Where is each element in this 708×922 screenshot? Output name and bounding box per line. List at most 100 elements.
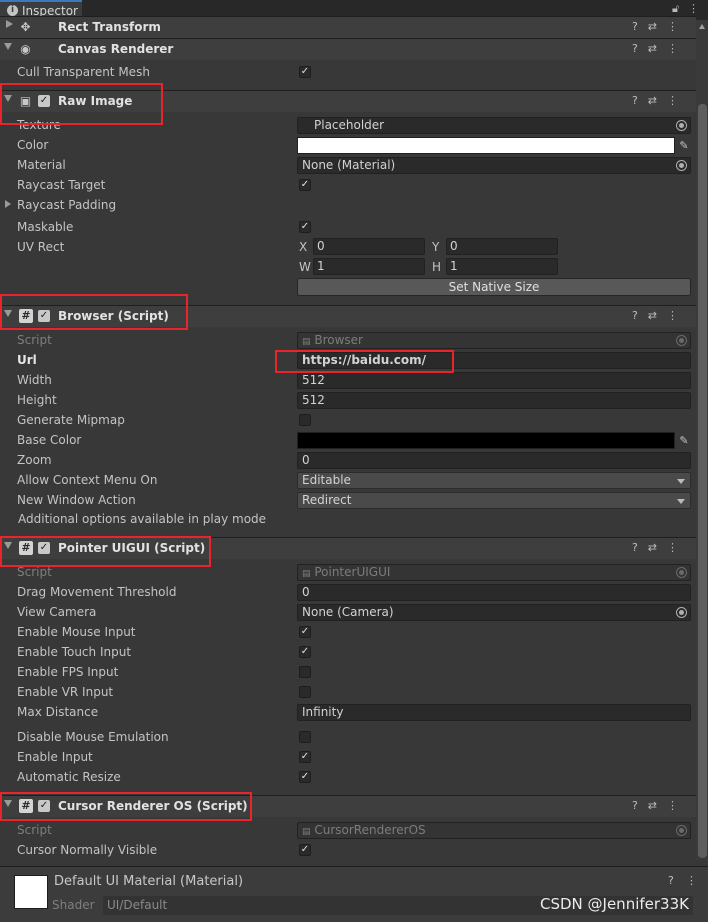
component-actions[interactable]: ?⇄⋮ (632, 20, 688, 33)
texture-value: Placeholder (314, 118, 385, 132)
eyedropper-icon[interactable]: ✎ (677, 432, 691, 449)
material-field[interactable]: None (Material) (297, 157, 691, 174)
uv-y-field[interactable]: 0 (446, 238, 558, 255)
uv-w-label: W (299, 260, 311, 274)
play-mode-note: Additional options available in play mod… (18, 512, 267, 526)
object-picker-icon[interactable] (676, 120, 687, 131)
script-label: Script (17, 333, 52, 347)
new-window-action-label: New Window Action (17, 493, 136, 507)
component-actions[interactable]: ?⇄⋮ (632, 799, 688, 812)
help-icon[interactable]: ? (668, 874, 674, 887)
component-title: Browser (Script) (58, 309, 169, 323)
uv-h-label: H (432, 260, 442, 274)
uv-h-field[interactable]: 1 (446, 258, 558, 275)
raycast-target-checkbox[interactable]: ✓ (299, 179, 311, 191)
uv-y-label: Y (432, 240, 440, 254)
component-actions[interactable]: ?⇄⋮ (632, 309, 688, 322)
enable-input-label: Enable Input (17, 750, 93, 764)
lock-icon[interactable]: 🔓︎ (672, 2, 679, 16)
cursor-normally-visible-checkbox[interactable]: ✓ (299, 844, 311, 856)
more-menu-icon[interactable]: ⋮ (686, 874, 697, 887)
enable-input-checkbox[interactable]: ✓ (299, 751, 311, 763)
dropdown-value: Editable (302, 473, 351, 487)
fold-arrow-icon[interactable] (4, 95, 12, 102)
script-hash-icon: # (19, 541, 33, 555)
component-title: Canvas Renderer (58, 42, 174, 56)
rect-transform-icon: ✥ (20, 20, 31, 34)
more-menu-icon[interactable]: ⋮ (688, 2, 699, 15)
base-color-swatch[interactable] (297, 432, 675, 449)
enable-mouse-input-label: Enable Mouse Input (17, 625, 136, 639)
scroll-up-arrow-icon[interactable] (699, 24, 705, 29)
width-input[interactable]: 512 (297, 372, 691, 389)
component-actions[interactable]: ?⇄⋮ (632, 94, 688, 107)
generate-mipmap-checkbox[interactable] (299, 414, 311, 426)
rect-transform-header[interactable]: ✥ Rect Transform ?⇄⋮ (0, 16, 696, 38)
cull-transparent-mesh-checkbox[interactable]: ✓ (299, 66, 311, 78)
watermark-text: CSDN @Jennifer33K (540, 895, 689, 913)
raycast-padding-label[interactable]: Raycast Padding (17, 198, 116, 212)
zoom-input[interactable]: 0 (297, 452, 691, 469)
enable-touch-input-label: Enable Touch Input (17, 645, 132, 659)
component-title: Cursor Renderer OS (Script) (58, 799, 248, 813)
enable-fps-input-label: Enable FPS Input (17, 665, 119, 679)
object-picker-icon[interactable] (676, 160, 687, 171)
expand-arrow-icon[interactable] (5, 200, 11, 208)
url-input[interactable]: https://baidu.com/ (297, 352, 691, 369)
texture-label: Texture (17, 118, 61, 132)
chevron-down-icon (677, 499, 685, 504)
max-distance-input[interactable]: Infinity (297, 704, 691, 721)
scrollbar-thumb[interactable] (698, 104, 707, 858)
cursor-renderer-enabled-checkbox[interactable]: ✓ (38, 800, 50, 812)
script-value: Browser (314, 333, 363, 347)
fold-arrow-icon[interactable] (4, 43, 12, 50)
height-input[interactable]: 512 (297, 392, 691, 409)
height-label: Height (17, 393, 57, 407)
automatic-resize-checkbox[interactable]: ✓ (299, 771, 311, 783)
shader-label: Shader (52, 898, 95, 912)
uv-rect-label: UV Rect (17, 240, 65, 254)
width-label: Width (17, 373, 52, 387)
disable-mouse-emulation-checkbox[interactable] (299, 731, 311, 743)
cursor-renderer-header[interactable]: # ✓ Cursor Renderer OS (Script) ?⇄⋮ (0, 795, 696, 817)
uv-x-field[interactable]: 0 (313, 238, 425, 255)
enable-vr-input-checkbox[interactable] (299, 686, 311, 698)
raw-image-header[interactable]: ▣ ✓ Raw Image ?⇄⋮ (0, 90, 696, 112)
fold-arrow-icon[interactable] (4, 800, 12, 807)
view-camera-field[interactable]: None (Camera) (297, 604, 691, 621)
object-picker-icon[interactable] (676, 607, 687, 618)
enable-fps-input-checkbox[interactable] (299, 666, 311, 678)
component-actions[interactable]: ?⇄⋮ (632, 42, 688, 55)
allow-context-menu-dropdown[interactable]: Editable (297, 472, 691, 489)
pointer-uigui-header[interactable]: # ✓ Pointer UIGUI (Script) ?⇄⋮ (0, 537, 696, 559)
fold-arrow-icon[interactable] (4, 542, 12, 549)
generate-mipmap-label: Generate Mipmap (17, 413, 125, 427)
canvas-renderer-header[interactable]: ◉ Canvas Renderer ?⇄⋮ (0, 38, 696, 60)
set-native-size-button[interactable]: Set Native Size (297, 278, 691, 296)
component-actions[interactable]: ?⇄⋮ (632, 541, 688, 554)
drag-threshold-input[interactable]: 0 (297, 584, 691, 601)
eyedropper-icon[interactable]: ✎ (677, 137, 691, 154)
maskable-checkbox[interactable]: ✓ (299, 221, 311, 233)
enable-mouse-input-checkbox[interactable]: ✓ (299, 626, 311, 638)
dropdown-value: Redirect (302, 493, 352, 507)
fold-arrow-icon[interactable] (4, 310, 12, 317)
fold-arrow-icon[interactable] (6, 20, 13, 28)
image-icon: ▣ (19, 94, 32, 108)
pointer-uigui-enabled-checkbox[interactable]: ✓ (38, 542, 50, 554)
base-color-label: Base Color (17, 433, 82, 447)
texture-field[interactable]: Placeholder (297, 117, 691, 134)
browser-script-header[interactable]: # ✓ Browser (Script) ?⇄⋮ (0, 305, 696, 327)
object-picker-icon (676, 567, 687, 578)
new-window-action-dropdown[interactable]: Redirect (297, 492, 691, 509)
script-field: ▤ PointerUIGUI (297, 564, 691, 581)
info-icon: i (7, 5, 18, 16)
maskable-label: Maskable (17, 220, 74, 234)
raw-image-enabled-checkbox[interactable]: ✓ (38, 95, 50, 107)
uv-w-field[interactable]: 1 (313, 258, 425, 275)
automatic-resize-label: Automatic Resize (17, 770, 121, 784)
browser-enabled-checkbox[interactable]: ✓ (38, 310, 50, 322)
component-title: Raw Image (58, 94, 133, 108)
color-swatch[interactable] (297, 137, 675, 154)
enable-touch-input-checkbox[interactable]: ✓ (299, 646, 311, 658)
